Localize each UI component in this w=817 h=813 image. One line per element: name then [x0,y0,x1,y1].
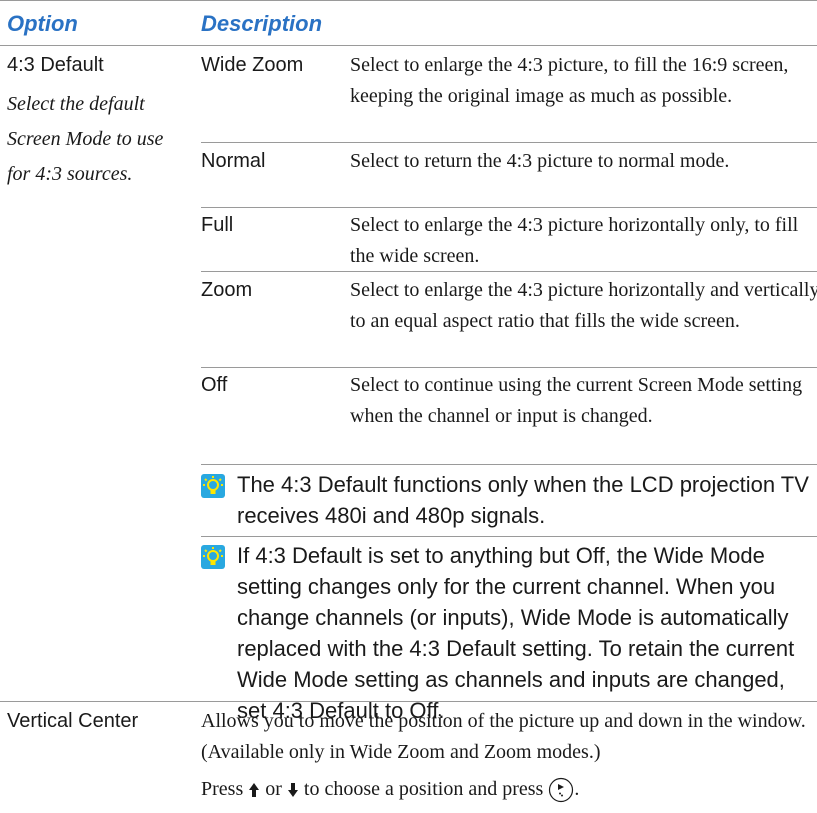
row-rule [201,536,817,537]
press-prefix: Press [201,778,244,800]
vertical-center-text: Allows you to move the position of the p… [201,710,806,763]
row-rule [201,367,817,368]
press-end: . [574,778,580,800]
option-description: Select the default Screen Mode to use fo… [7,93,164,185]
mode-description: Select to enlarge the 4:3 picture horizo… [350,214,799,267]
down-arrow-icon [287,783,298,798]
top-rule [0,0,817,1]
vertical-center-press-line: Press or to choose a position and press … [201,774,817,805]
mode-description: Select to enlarge the 4:3 picture, to fi… [350,54,789,107]
row-rule [201,207,817,208]
mode-description: Select to continue using the current Scr… [350,374,803,427]
mode-name: Zoom [201,279,253,301]
tip-text-1: The 4:3 Default functions only when the … [237,472,809,528]
tip-text: If 4:3 Default is set to anything but Of… [201,540,817,726]
header-option: Option [7,11,78,36]
header-rule [0,45,817,46]
mode-name: Off [201,374,228,396]
up-arrow-icon [249,783,260,798]
mode-name: Wide Zoom [201,54,304,76]
tip-text-2: If 4:3 Default is set to anything but Of… [237,543,795,723]
vertical-center-name: Vertical Center [7,710,139,732]
mode-name: Full [201,214,234,236]
row-rule [201,271,817,272]
option-name: 4:3 Default [7,54,104,76]
press-suffix: to choose a position and press [303,778,544,800]
mode-description: Select to enlarge the 4:3 picture horizo… [350,279,817,332]
row-rule [0,701,817,702]
row-rule [201,142,817,143]
vertical-center-description: Allows you to move the position of the p… [201,706,817,805]
press-or: or [265,778,282,800]
tip-text: The 4:3 Default functions only when the … [201,469,817,531]
select-button-icon [549,778,574,803]
header-description: Description [201,11,323,36]
row-rule [201,464,817,465]
mode-description: Select to return the 4:3 picture to norm… [350,150,730,172]
mode-name: Normal [201,150,266,172]
